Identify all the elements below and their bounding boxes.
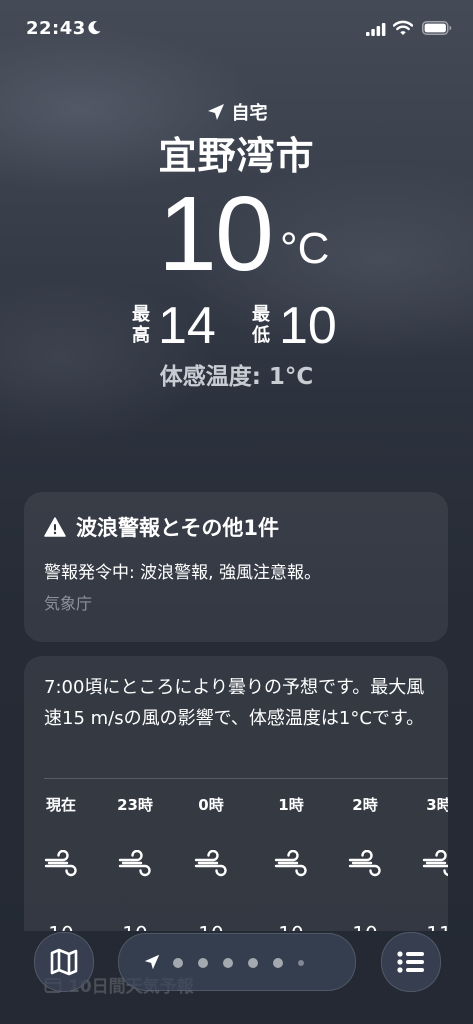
signal-icon (366, 23, 386, 36)
feels-like: 体感温度: 1°C (159, 364, 314, 390)
wind-icon (26, 849, 96, 880)
hour-label: 3時 (426, 796, 448, 814)
hour-item: 0時 10 (176, 792, 246, 931)
forecast-summary: 7:00頃にところにより曇りの予想です。最大風速15 m/sの風の影響で、体感温… (44, 677, 425, 729)
low-label: 最 低 (252, 304, 270, 346)
current-temperature: 10 (158, 175, 274, 293)
high-temperature: 14 (158, 297, 216, 355)
location-arrow-icon (207, 104, 224, 120)
hourly-forecast-scroll[interactable]: 現在 10 23時 10 0時 10 1時 10 2時 10 3時 11 (24, 792, 448, 931)
wind-icon (330, 849, 400, 880)
page-dot (298, 960, 304, 966)
alert-title-row: 波浪警報とその他1件 (44, 512, 279, 542)
divider (44, 778, 448, 779)
wifi-icon (393, 20, 413, 35)
moon-icon (88, 21, 101, 35)
hour-label: 2時 (352, 796, 378, 814)
page-dot (273, 958, 283, 968)
hour-item: 1時 10 (256, 792, 326, 931)
location-arrow-icon (144, 954, 160, 970)
page-dot (173, 958, 183, 968)
hourly-forecast-card: 7:00頃にところにより曇りの予想です。最大風速15 m/sの風の影響で、体感温… (24, 656, 448, 931)
weather-alert-card[interactable]: 波浪警報とその他1件 警報発令中: 波浪警報, 強風注意報。 気象庁 (24, 492, 448, 642)
wind-icon (100, 849, 170, 880)
high-low-row: 最 高 14 最 低 10 (0, 297, 473, 360)
location-list-button[interactable] (381, 932, 441, 992)
status-time: 22:43 (26, 18, 86, 39)
page-dot (248, 958, 258, 968)
alert-source: 気象庁 (44, 594, 93, 613)
hour-item: 23時 10 (100, 792, 170, 931)
current-weather: 自宅 宜野湾市 10 °C 最 高 14 最 低 10 体感温度: 1°C (0, 96, 473, 394)
location-pager[interactable] (118, 933, 356, 991)
hour-item: 2時 10 (330, 792, 400, 931)
page-dot (198, 958, 208, 968)
map-button[interactable] (34, 932, 94, 992)
high-label: 最 高 (132, 304, 150, 346)
wind-icon (256, 849, 326, 880)
low-temperature: 10 (279, 297, 337, 355)
hour-label: 現在 (45, 796, 76, 814)
status-bar: 22:43 (0, 0, 473, 60)
hour-item: 現在 10 (26, 792, 96, 931)
bottom-toolbar (0, 930, 473, 994)
battery-icon (422, 21, 452, 35)
page-dot (223, 958, 233, 968)
location-label: 自宅 (231, 103, 268, 124)
alert-title: 波浪警報とその他1件 (76, 516, 279, 540)
warning-icon (44, 517, 66, 537)
hour-label: 1時 (278, 796, 304, 814)
list-icon (397, 951, 424, 973)
map-icon (50, 948, 78, 976)
hour-label: 23時 (117, 796, 153, 814)
location-row: 自宅 (0, 96, 473, 128)
hour-label: 0時 (198, 796, 224, 814)
hour-item: 3時 11 (404, 792, 448, 931)
wind-icon (404, 849, 448, 880)
alert-body: 警報発令中: 波浪警報, 強風注意報。 (44, 563, 321, 583)
temperature-unit: °C (280, 224, 330, 273)
wind-icon (176, 849, 246, 880)
temperature-row: 10 °C (0, 176, 473, 300)
